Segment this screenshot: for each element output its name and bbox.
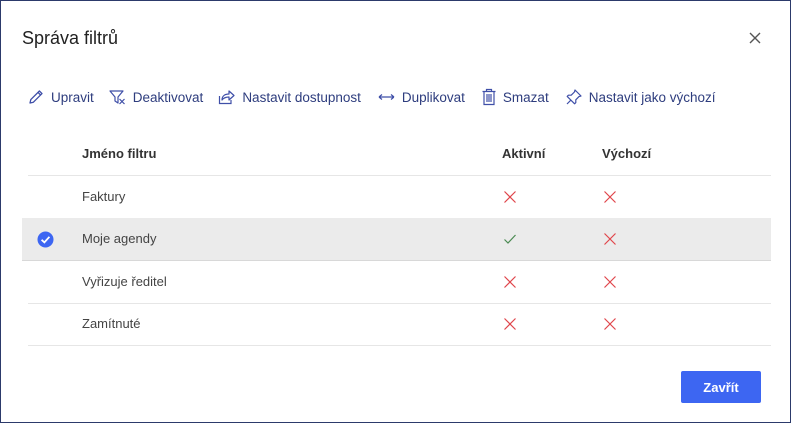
edit-label: Upravit (51, 89, 94, 105)
duplicate-label: Duplikovat (401, 89, 465, 105)
table-row[interactable]: Moje agendy (22, 218, 771, 261)
default-status (603, 317, 617, 331)
cross-icon (604, 318, 616, 330)
set-default-button[interactable]: Nastavit jako výchozí (565, 88, 716, 106)
table-row[interactable]: Faktury (22, 176, 771, 219)
active-status (503, 317, 517, 331)
active-status (503, 232, 517, 246)
filter-name: Moje agendy (82, 231, 157, 246)
filter-off-icon (109, 90, 125, 105)
delete-button[interactable]: Smazat (481, 88, 549, 106)
close-button[interactable]: Zavřít (681, 371, 761, 403)
filters-table: Jméno filtru Aktivní Výchozí Faktury Moje… (22, 132, 771, 346)
active-status (503, 190, 517, 204)
column-header-default: Výchozí (602, 146, 652, 161)
column-header-name: Jméno filtru (82, 146, 157, 161)
table-row[interactable]: Zamítnuté (22, 303, 771, 346)
set-availability-button[interactable]: Nastavit dostupnost (217, 88, 361, 106)
pencil-icon (29, 90, 43, 104)
cross-icon (504, 191, 516, 203)
column-header-active: Aktivní (502, 146, 546, 161)
dialog-title: Správa filtrů (22, 28, 119, 48)
default-status (603, 190, 617, 204)
duplicate-button[interactable]: Duplikovat (377, 88, 465, 106)
cross-icon (504, 318, 516, 330)
selected-check-icon[interactable] (37, 231, 54, 248)
arrows-horizontal-icon (378, 94, 395, 100)
trash-icon (482, 88, 496, 106)
cross-icon (504, 276, 516, 288)
pin-icon (566, 89, 582, 105)
set-default-label: Nastavit jako výchozí (588, 89, 716, 105)
deactivate-button[interactable]: Deaktivovat (108, 88, 204, 106)
deactivate-label: Deaktivovat (132, 89, 204, 105)
cross-icon (604, 233, 616, 245)
filter-name: Faktury (82, 189, 126, 204)
set-availability-label: Nastavit dostupnost (242, 89, 361, 105)
edit-button[interactable]: Upravit (27, 88, 94, 106)
row-divider (28, 345, 771, 346)
active-status (503, 275, 517, 289)
toolbar: Upravit Deaktivovat Nastavit dostupnost … (27, 85, 716, 109)
close-icon[interactable] (745, 28, 765, 48)
check-icon (504, 234, 516, 244)
share-icon (219, 90, 235, 105)
cross-icon (604, 191, 616, 203)
table-row[interactable]: Vyřizuje ředitel (22, 261, 771, 304)
filter-management-dialog: Správa filtrů Upravit Deaktivovat Nastav… (0, 0, 791, 423)
cross-icon (604, 276, 616, 288)
delete-label: Smazat (502, 89, 549, 105)
default-status (603, 275, 617, 289)
filter-name: Vyřizuje ředitel (82, 274, 167, 289)
default-status (603, 232, 617, 246)
filter-name: Zamítnuté (82, 316, 141, 331)
table-header: Jméno filtru Aktivní Výchozí (28, 132, 771, 176)
